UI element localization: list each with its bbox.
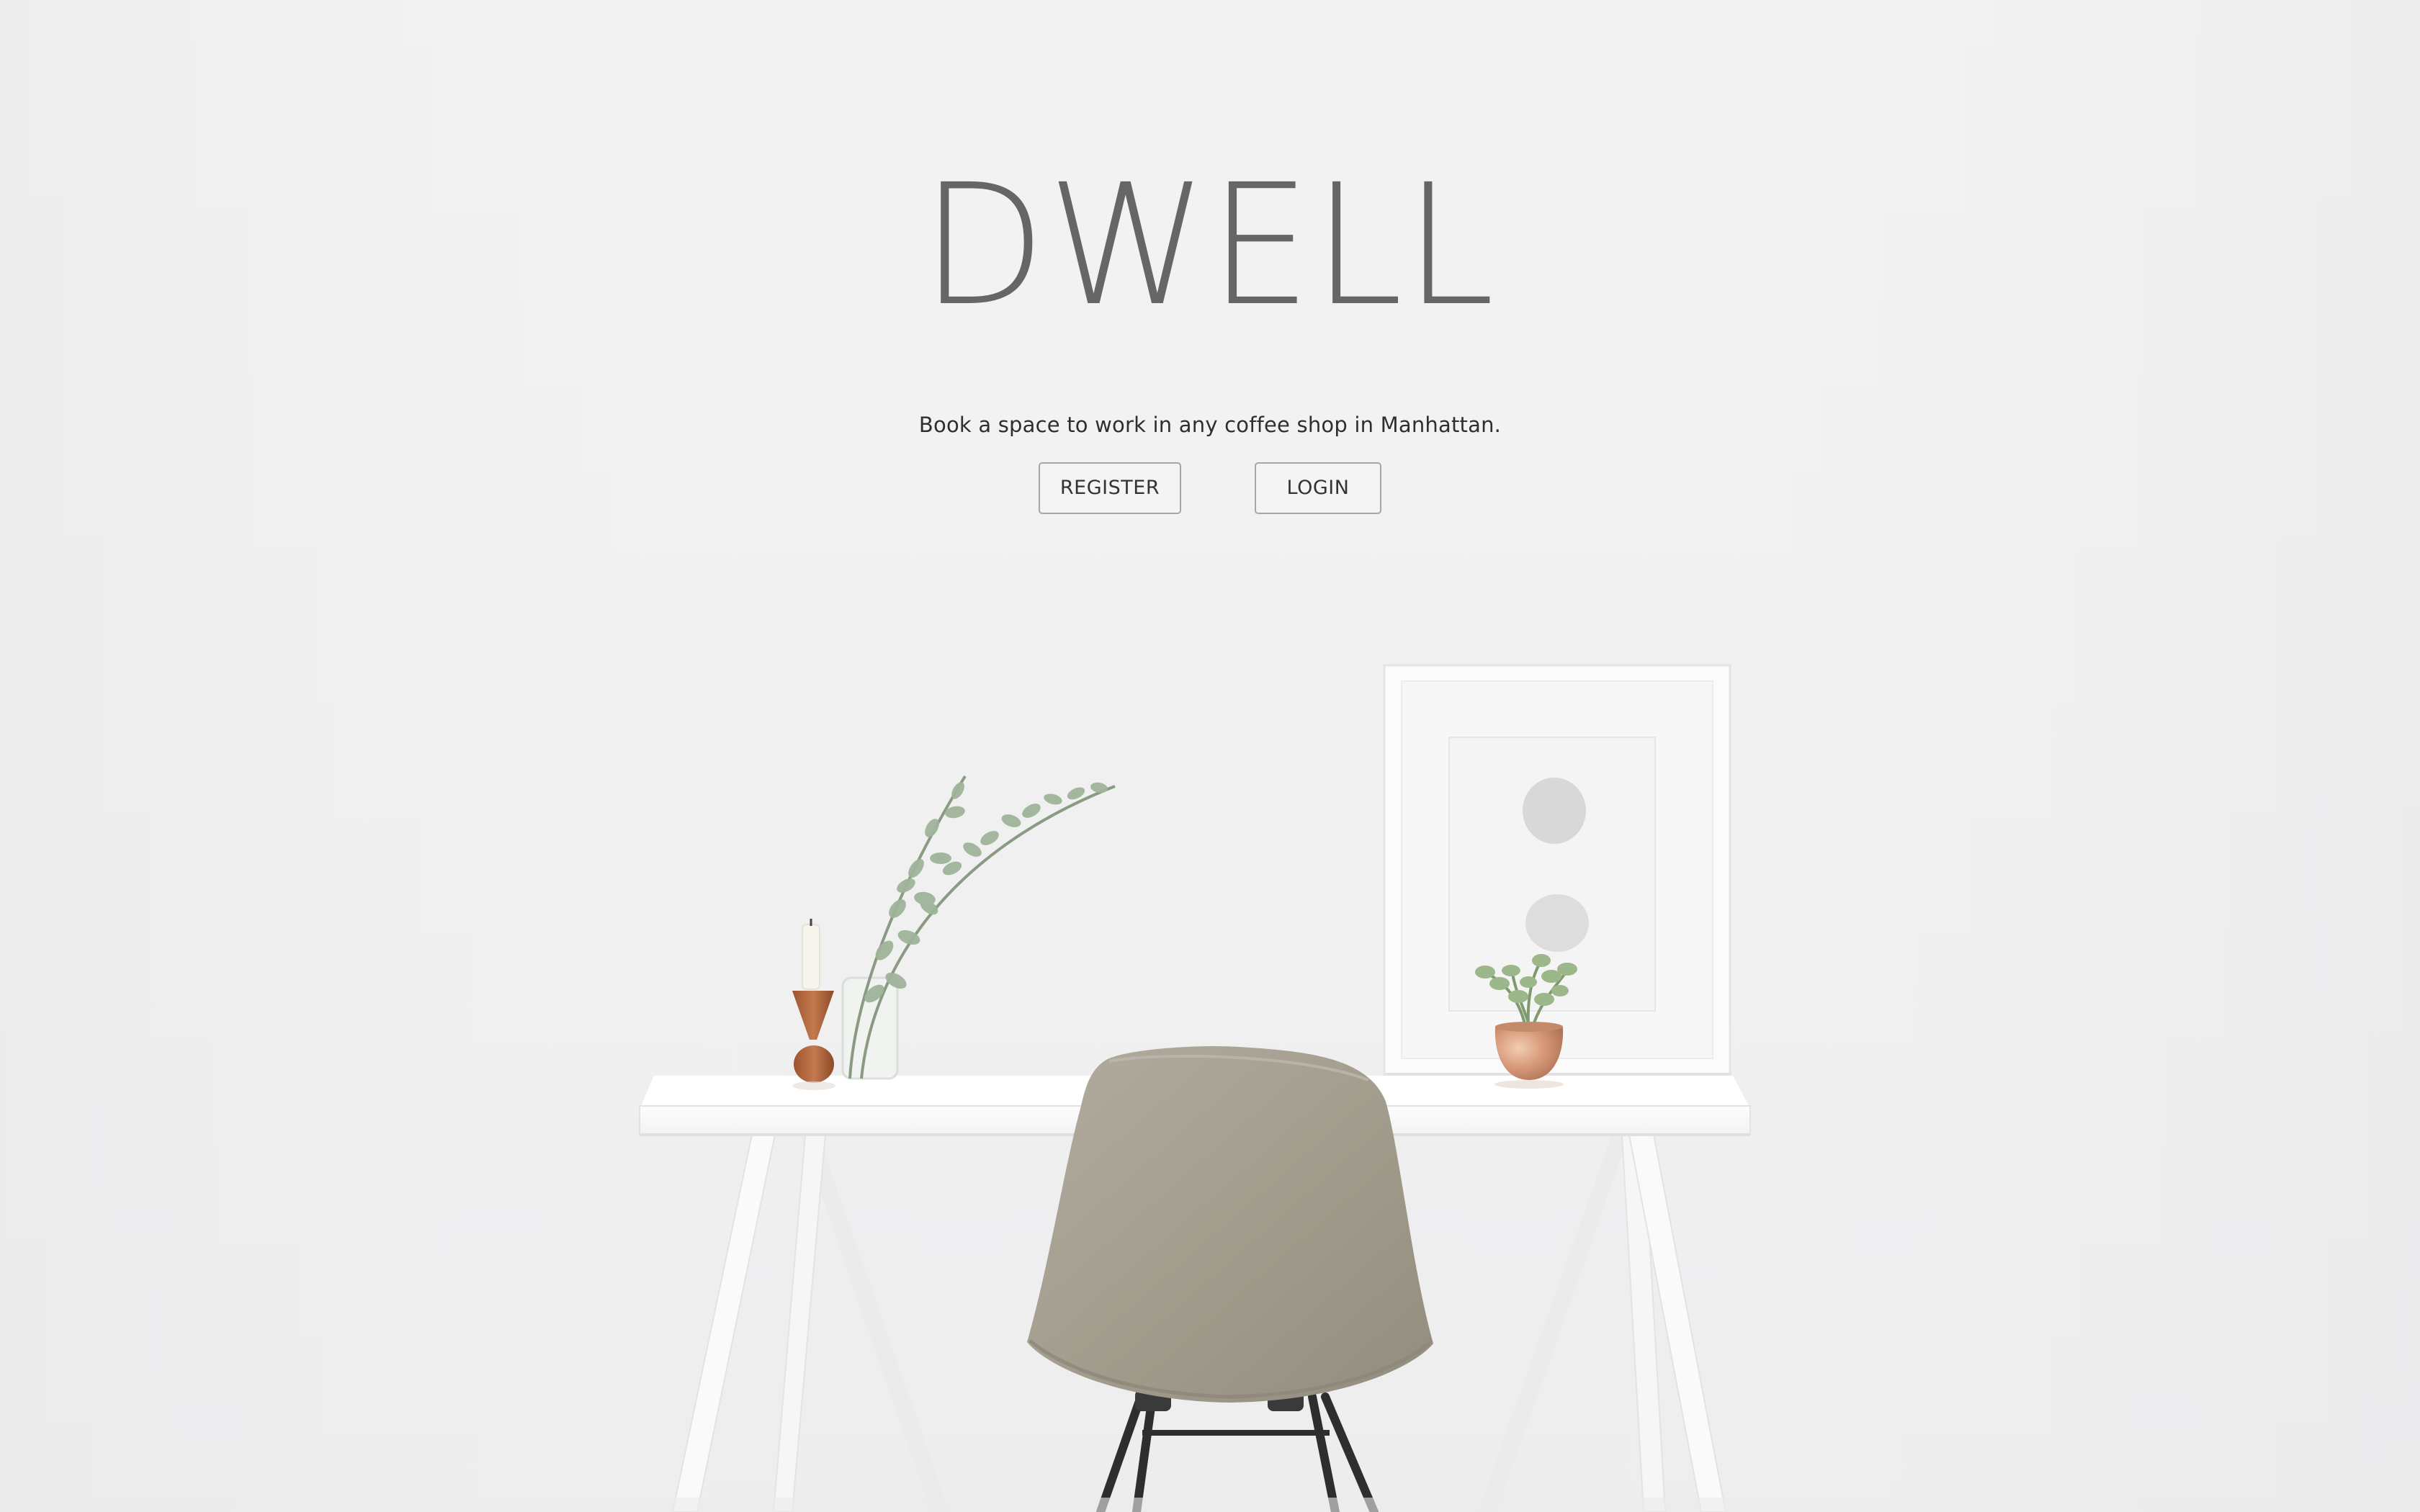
brand-logo: DWELL	[920, 148, 1497, 343]
register-button[interactable]: REGISTER	[1039, 462, 1181, 514]
hero-section: DWELL Book a space to work in any coffee…	[0, 0, 2420, 547]
landing-page: DWELL Book a space to work in any coffee…	[0, 0, 2420, 1512]
picture-frame	[1383, 664, 1731, 1077]
tagline: Book a space to work in any coffee shop …	[918, 413, 1502, 437]
login-button[interactable]: LOGIN	[1255, 462, 1381, 514]
